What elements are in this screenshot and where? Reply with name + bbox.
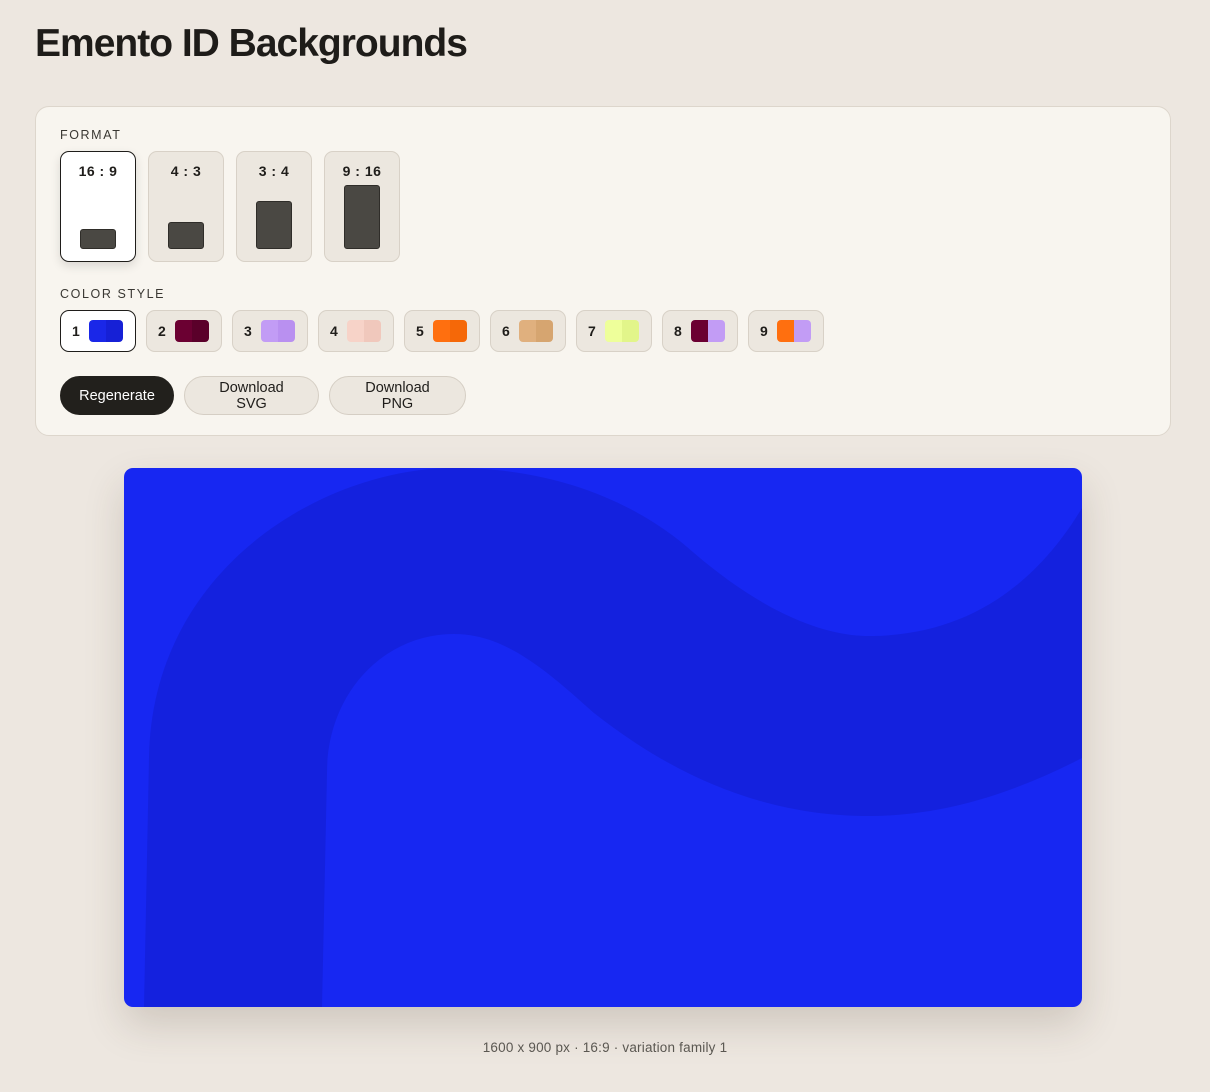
color-swatch <box>777 320 811 342</box>
color-style-number: 3 <box>244 323 252 339</box>
download-png-button[interactable]: Download PNG <box>329 376 466 415</box>
format-options: 16 : 9 4 : 3 3 : 4 9 : 16 <box>60 151 400 262</box>
color-swatch <box>347 320 381 342</box>
color-style-number: 9 <box>760 323 768 339</box>
format-option-4-3[interactable]: 4 : 3 <box>148 151 224 262</box>
controls-panel: FORMAT 16 : 9 4 : 3 3 : 4 9 : 16 COLOR S… <box>35 106 1171 436</box>
color-style-number: 6 <box>502 323 510 339</box>
format-option-9-16[interactable]: 9 : 16 <box>324 151 400 262</box>
color-style-number: 4 <box>330 323 338 339</box>
color-swatch <box>175 320 209 342</box>
color-style-option-7[interactable]: 7 <box>576 310 652 352</box>
aspect-ratio-icon <box>344 185 380 249</box>
color-style-number: 5 <box>416 323 424 339</box>
aspect-ratio-icon <box>80 229 116 249</box>
aspect-ratio-icon <box>256 201 292 249</box>
color-swatch <box>433 320 467 342</box>
color-style-option-4[interactable]: 4 <box>318 310 394 352</box>
color-swatch <box>691 320 725 342</box>
color-style-option-9[interactable]: 9 <box>748 310 824 352</box>
color-swatch <box>605 320 639 342</box>
color-style-number: 2 <box>158 323 166 339</box>
color-style-option-6[interactable]: 6 <box>490 310 566 352</box>
format-option-label: 4 : 3 <box>170 163 202 179</box>
format-option-label: 16 : 9 <box>78 163 118 179</box>
format-option-label: 9 : 16 <box>342 163 382 179</box>
color-style-option-8[interactable]: 8 <box>662 310 738 352</box>
download-svg-button[interactable]: Download SVG <box>184 376 319 415</box>
background-preview <box>124 468 1082 1007</box>
color-swatch <box>519 320 553 342</box>
page-title: Emento ID Backgrounds <box>35 22 468 65</box>
regenerate-button[interactable]: Regenerate <box>60 376 174 415</box>
action-buttons: Regenerate Download SVG Download PNG <box>60 376 466 415</box>
color-style-option-2[interactable]: 2 <box>146 310 222 352</box>
color-style-option-1[interactable]: 1 <box>60 310 136 352</box>
aspect-ratio-icon <box>168 222 204 249</box>
format-label: FORMAT <box>60 128 122 142</box>
color-style-number: 8 <box>674 323 682 339</box>
preview-artwork <box>124 468 1082 1007</box>
color-swatch <box>261 320 295 342</box>
color-style-options: 1 2 3 4 5 6 7 8 9 <box>60 310 824 352</box>
format-option-label: 3 : 4 <box>258 163 290 179</box>
format-option-16-9[interactable]: 16 : 9 <box>60 151 136 262</box>
color-style-label: COLOR STYLE <box>60 287 166 301</box>
color-style-option-5[interactable]: 5 <box>404 310 480 352</box>
color-style-number: 7 <box>588 323 596 339</box>
color-swatch <box>89 320 123 342</box>
color-style-option-3[interactable]: 3 <box>232 310 308 352</box>
color-style-number: 1 <box>72 323 80 339</box>
format-option-3-4[interactable]: 3 : 4 <box>236 151 312 262</box>
preview-caption: 1600 x 900 px · 16:9 · variation family … <box>482 1040 728 1055</box>
